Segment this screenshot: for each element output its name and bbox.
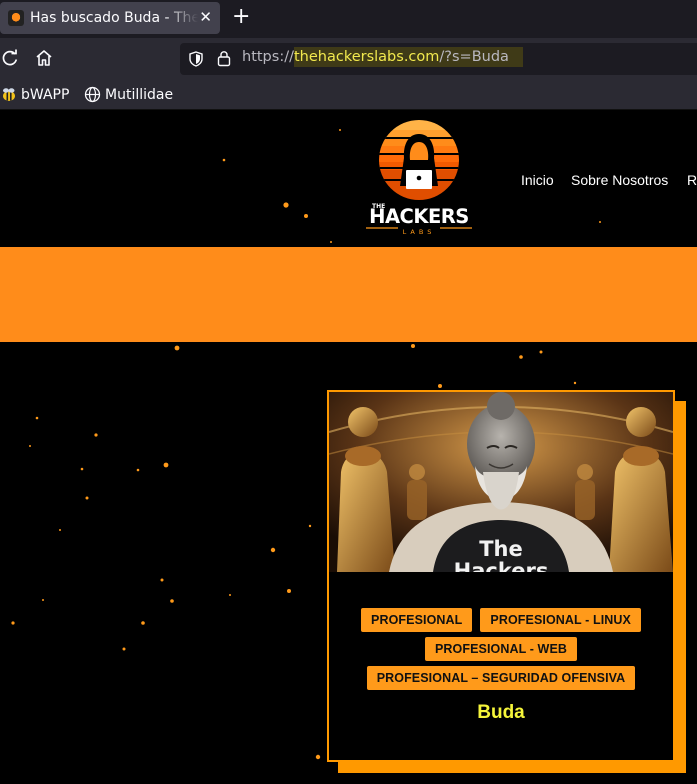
url-bar[interactable]: https://thehackerslabs.com/?s=Buda <box>180 43 697 75</box>
tab-title: Has buscado Buda - The H <box>30 10 198 26</box>
logo-text-labs: LABS <box>403 228 436 236</box>
nav-link-sobre-nosotros[interactable]: Sobre Nosotros <box>571 172 668 188</box>
tag-list: PROFESIONAL PROFESIONAL - LINUX PROFESIO… <box>329 608 673 695</box>
tag-profesional[interactable]: PROFESIONAL <box>361 608 473 632</box>
navigation-bar: https://thehackerslabs.com/?s=Buda <box>0 38 697 80</box>
close-tab-icon[interactable]: ✕ <box>199 8 212 26</box>
bookmark-label: bWAPP <box>21 86 70 103</box>
tracking-protection-shield-icon[interactable] <box>188 51 204 67</box>
home-icon[interactable] <box>34 48 54 68</box>
browser-tab[interactable]: Has buscado Buda - The H ✕ <box>0 2 220 34</box>
nav-link-inicio[interactable]: Inicio <box>521 172 554 188</box>
card-title[interactable]: Buda <box>329 702 673 724</box>
lock-icon[interactable] <box>216 50 232 67</box>
bee-icon <box>3 88 15 101</box>
url-protocol: https:// <box>242 49 294 65</box>
the-hackers-labs-logo[interactable]: THE HACKERS LABS <box>362 120 476 236</box>
tag-profesional-seguridad-ofensiva[interactable]: PROFESIONAL – SEGURIDAD OFENSIVA <box>366 666 636 690</box>
reload-icon[interactable] <box>0 48 20 68</box>
bookmark-bwapp[interactable]: bWAPP <box>0 86 69 103</box>
nav-link-truncated[interactable]: R <box>687 172 697 188</box>
site-header: THE HACKERS LABS Inicio Sobre Nosotros R <box>0 110 697 247</box>
card-image-text-hackers: Hackers <box>454 559 549 572</box>
logo-text-hackers: HACKERS <box>369 205 469 228</box>
url-domain: thehackerslabs.com <box>293 49 440 65</box>
site-favicon-icon <box>8 10 24 26</box>
buda-machine-image[interactable]: The Hackers <box>329 392 673 572</box>
page-content: THE HACKERS LABS Inicio Sobre Nosotros R <box>0 110 697 784</box>
tag-profesional-linux[interactable]: PROFESIONAL - LINUX <box>480 608 641 632</box>
orange-banner <box>0 247 697 342</box>
url-path: /?s=Buda <box>439 49 509 65</box>
bookmark-label: Mutillidae <box>105 86 174 103</box>
machine-card-buda[interactable]: The Hackers PROFESIONAL PROFESIONAL - LI… <box>327 390 675 762</box>
bookmarks-toolbar: bWAPP Mutillidae <box>0 80 697 110</box>
card-image-text: The <box>479 537 523 561</box>
globe-icon <box>84 86 101 103</box>
tab-bar: Has buscado Buda - The H ✕ + <box>0 0 697 38</box>
new-tab-button[interactable]: + <box>232 5 250 29</box>
tag-profesional-web[interactable]: PROFESIONAL - WEB <box>424 637 578 661</box>
url-text[interactable]: https://thehackerslabs.com/?s=Buda <box>242 47 523 67</box>
bookmark-mutillidae[interactable]: Mutillidae <box>84 86 173 103</box>
